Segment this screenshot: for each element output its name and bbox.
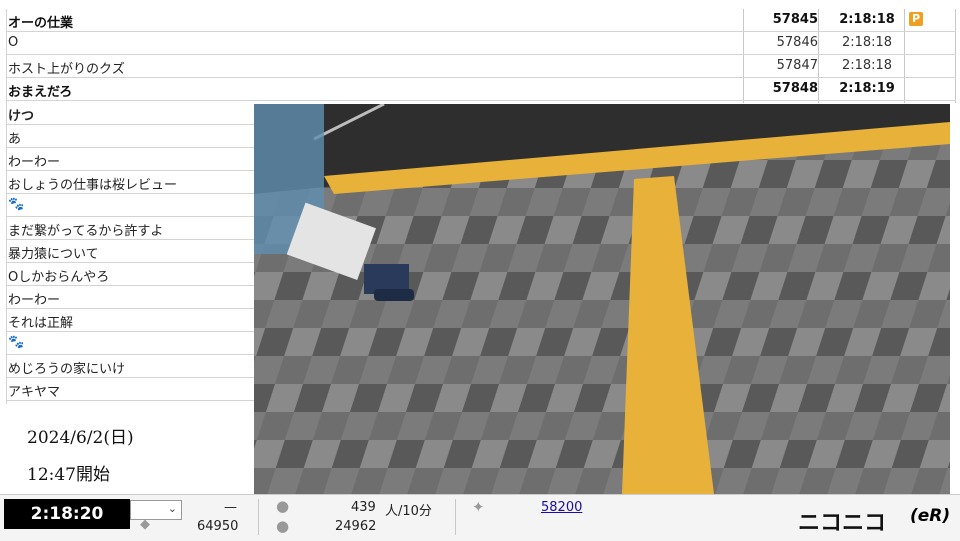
comment-time: 2:18:18 [839, 12, 895, 27]
comment-text: おしょうの仕事は桜レビュー [8, 178, 178, 193]
comment-count: 24962 [335, 519, 377, 534]
rate-icon: ● [276, 497, 290, 515]
comment-text: 暴力猿について [8, 247, 99, 262]
logo-suffix: (eR) [910, 506, 951, 526]
comment-text: 🐾 [8, 335, 25, 350]
status-bar: 2:18:20 ⌄ — ◆ 64950 ● 439 人/10分 ● 24962 … [0, 494, 960, 541]
comment-time: 2:18:19 [839, 81, 895, 96]
comment-text: めじろうの家にいけ [8, 362, 126, 377]
comment-text: けつ [8, 109, 35, 124]
video-frame [254, 104, 950, 494]
comment-row[interactable]: アキヤマ [6, 378, 254, 401]
comment-number: 57848 [772, 81, 818, 96]
comment-rate-value: 439 [351, 500, 376, 515]
comment-text: おまえだろ [8, 85, 73, 100]
comment-time: 2:18:18 [841, 35, 893, 50]
comment-row[interactable]: わーわー [6, 148, 254, 171]
comment-text: ホスト上がりのクズ [8, 62, 125, 77]
comment-row[interactable]: オーの仕業 57845 2:18:18 P [6, 9, 956, 32]
stream-start-time: 12:47開始 [27, 465, 110, 485]
comment-row[interactable]: 🐾 [6, 332, 254, 355]
comment-row[interactable]: 暴力猿について [6, 240, 254, 263]
comment-text: アキヤマ [8, 385, 61, 400]
chevron-down-icon: ⌄ [167, 502, 177, 515]
comment-row[interactable]: あ [6, 125, 254, 148]
comment-text: わーわー [8, 155, 61, 170]
comment-rate-unit: 人/10分 [385, 504, 432, 519]
comment-number: 57845 [772, 12, 818, 27]
comment-row[interactable]: めじろうの家にいけ [6, 355, 254, 378]
comment-text: O [8, 35, 19, 50]
comment-text: それは正解 [8, 316, 74, 331]
ad-icon: ✦ [472, 498, 485, 516]
ad-points-link[interactable]: 58200 [541, 500, 582, 515]
comment-time: 2:18:18 [841, 58, 893, 73]
comment-row[interactable]: けつ [6, 102, 254, 125]
comment-row[interactable]: それは正解 [6, 309, 254, 332]
comment-text: あ [8, 132, 22, 147]
comment-row[interactable]: おしょうの仕事は桜レビュー [6, 171, 254, 194]
divider [455, 499, 456, 535]
comment-text: オーの仕業 [8, 16, 74, 31]
elapsed-time: 2:18:20 [4, 499, 130, 529]
comment-number: 57846 [776, 35, 818, 50]
comment-row[interactable]: 🐾 [6, 194, 254, 217]
divider [258, 499, 259, 535]
comment-text: 🐾 [8, 197, 25, 212]
viewer-count: 64950 [197, 519, 239, 534]
comment-text: まだ繋がってるから許すよ [8, 224, 164, 239]
comment-icon: ● [276, 517, 290, 535]
display-select[interactable]: ⌄ [130, 500, 182, 520]
stream-date: 2024/6/2(日) [27, 428, 134, 448]
comment-text: Oしかおらんやろ [8, 270, 110, 285]
comment-row[interactable]: ホスト上がりのクズ 57847 2:18:18 [6, 55, 956, 78]
comment-row[interactable]: Oしかおらんやろ [6, 263, 254, 286]
comment-text: わーわー [8, 293, 61, 308]
viewer-icon: ◆ [140, 517, 150, 532]
comment-row[interactable]: わーわー [6, 286, 254, 309]
video-player[interactable] [254, 104, 950, 494]
comment-row[interactable]: O 57846 2:18:18 [6, 32, 956, 55]
dash-label: — [224, 500, 237, 515]
niconico-logo: ニコニコ [798, 511, 887, 536]
premium-icon: P [909, 12, 923, 26]
comment-number: 57847 [776, 58, 818, 73]
comment-row[interactable]: おまえだろ 57848 2:18:19 [6, 78, 956, 101]
comment-row[interactable]: まだ繋がってるから許すよ [6, 217, 254, 240]
